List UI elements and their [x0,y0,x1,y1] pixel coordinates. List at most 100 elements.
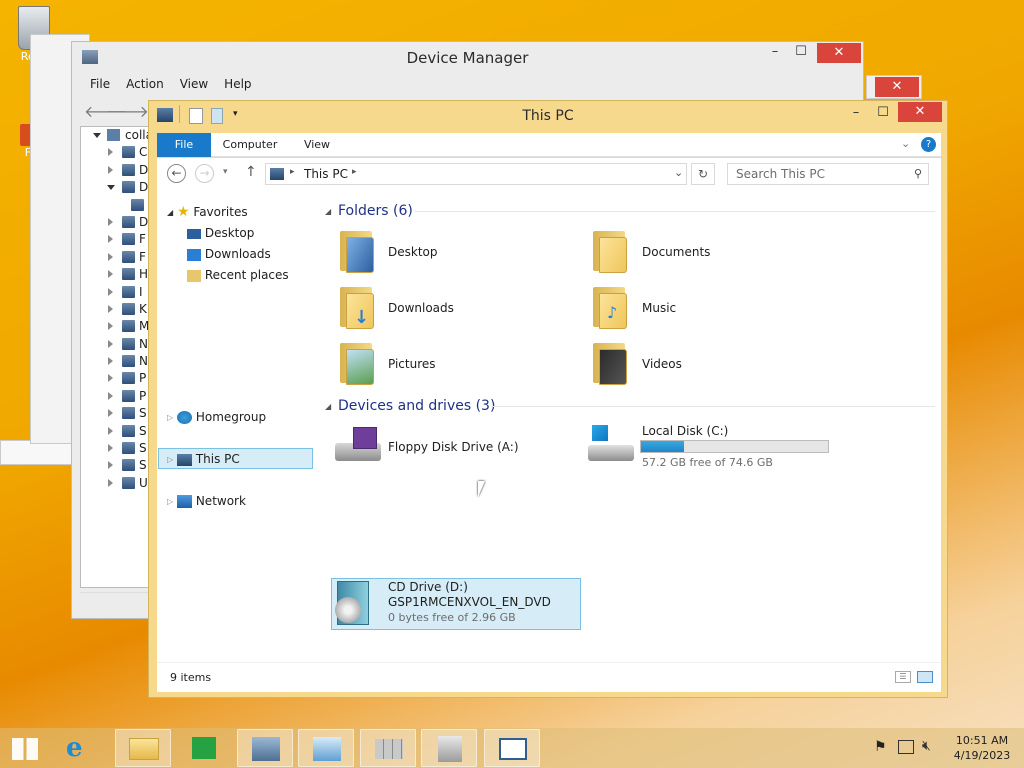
expand-icon[interactable] [108,426,113,435]
tree-item[interactable]: P [81,388,149,405]
start-button[interactable] [0,729,50,767]
expand-icon[interactable] [108,322,113,331]
explorer-maximize-button[interactable]: ☐ [872,103,894,125]
expand-icon[interactable] [108,304,113,313]
menu-help[interactable]: Help [216,73,259,95]
tree-item[interactable]: D [81,179,149,196]
nav-this-pc[interactable]: This PC [177,449,240,469]
details-view-icon[interactable]: ☰ [895,671,911,683]
breadcrumb-chevron-icon[interactable]: ▸ [352,167,357,177]
tree-item[interactable]: F [81,231,149,248]
tree-item[interactable]: U [81,475,149,492]
tree-item[interactable]: K [81,301,149,318]
tree-item[interactable] [81,197,149,214]
forward-button-icon[interactable]: → [195,164,214,183]
tree-item[interactable]: H [81,266,149,283]
expand-icon[interactable] [108,444,113,453]
taskbar-store[interactable] [176,729,232,767]
address-dropdown-icon[interactable]: ⌄ [674,166,683,179]
tree-item[interactable]: S [81,440,149,457]
tree-item[interactable]: S [81,457,149,474]
forward-arrow-icon[interactable]: 🡒 [106,101,149,121]
tree-item[interactable]: S [81,423,149,440]
taskbar-network[interactable] [237,729,293,767]
breadcrumb-this-pc[interactable]: This PC [304,167,348,181]
background-close-button[interactable]: ✕ [875,77,919,97]
new-folder-icon[interactable] [211,108,223,124]
help-icon[interactable]: ? [921,137,936,152]
expand-icon[interactable] [108,252,113,261]
drives-header[interactable]: Devices and drives (3) [338,396,495,416]
drives-collapse-icon[interactable]: ◢ [325,402,331,411]
tree-item[interactable]: N [81,336,149,353]
expand-icon[interactable] [108,165,113,174]
tree-item[interactable]: C [81,144,149,161]
taskbar-file-explorer[interactable] [115,729,171,767]
expand-icon[interactable] [108,374,113,383]
homegroup-expand-icon[interactable]: ▷ [167,413,173,422]
tree-item[interactable]: P [81,370,149,387]
ribbon-expand-icon[interactable]: ⌄ [901,137,910,150]
expand-icon[interactable] [107,185,115,194]
nav-desktop[interactable]: Desktop [187,223,254,243]
nav-favorites[interactable]: ★ Favorites [177,202,248,222]
menu-action[interactable]: Action [118,73,172,95]
tree-item[interactable]: I [81,284,149,301]
network-expand-icon[interactable]: ▷ [167,497,173,506]
expand-icon[interactable] [108,270,113,279]
action-center-flag-icon[interactable]: ⚑ [874,739,887,755]
expand-icon[interactable] [108,478,113,487]
refresh-icon[interactable]: ↻ [691,163,715,185]
expand-icon[interactable] [108,217,113,226]
volume-muted-icon[interactable]: 🔇︎ [922,738,931,754]
nav-homegroup[interactable]: Homegroup [177,407,266,427]
tab-file[interactable]: File [157,133,211,157]
expand-icon[interactable] [93,133,101,142]
address-bar[interactable]: ▸ This PC ▸ ⌄ [265,163,687,185]
menu-file[interactable]: File [82,73,118,95]
expand-icon[interactable] [108,148,113,157]
nav-network[interactable]: Network [177,491,246,511]
explorer-minimize-button[interactable]: – [845,103,867,125]
tree-item[interactable]: N [81,353,149,370]
nav-recent-places[interactable]: Recent places [187,265,289,285]
tree-item[interactable]: F [81,249,149,266]
nav-downloads[interactable]: Downloads [187,244,271,264]
taskbar-firewall[interactable] [360,729,416,767]
tree-item[interactable]: S [81,405,149,422]
properties-icon[interactable] [189,108,203,124]
taskbar-device-manager[interactable] [421,729,477,767]
folders-collapse-icon[interactable]: ◢ [325,207,331,216]
close-button[interactable]: ✕ [817,43,861,63]
tab-view[interactable]: View [297,133,337,157]
maximize-button[interactable]: ☐ [790,42,812,64]
taskbar-control-panel[interactable] [298,729,354,767]
folders-header[interactable]: Folders (6) [338,201,413,221]
minimize-button[interactable]: – [764,42,786,64]
taskbar-window[interactable] [484,729,540,767]
expand-icon[interactable] [108,391,113,400]
tree-item[interactable]: M [81,318,149,335]
tree-root[interactable]: colla [81,127,149,144]
clock[interactable]: 10:51 AM 4/19/2023 [950,733,1014,763]
back-button-icon[interactable]: ← [167,164,186,183]
expand-icon[interactable] [108,235,113,244]
expand-icon[interactable] [108,287,113,296]
qat-dropdown-icon[interactable]: ▾ [233,109,238,119]
expand-icon[interactable] [108,409,113,418]
this-pc-expand-icon[interactable]: ▷ [167,455,173,464]
explorer-close-button[interactable]: ✕ [898,102,942,122]
recent-locations-icon[interactable]: ▾ [223,167,228,177]
menu-view[interactable]: View [172,73,216,95]
favorites-collapse-icon[interactable]: ◢ [167,208,173,217]
network-tray-icon[interactable] [898,740,914,754]
search-input[interactable]: Search This PC ⚲ [727,163,929,185]
tab-computer[interactable]: Computer [219,133,281,157]
tree-item[interactable]: D [81,214,149,231]
expand-icon[interactable] [108,461,113,470]
taskbar-ie[interactable]: e [52,729,108,767]
tree-item[interactable]: D [81,162,149,179]
expand-icon[interactable] [108,339,113,348]
large-icons-view-icon[interactable] [917,671,933,683]
expand-icon[interactable] [108,357,113,366]
